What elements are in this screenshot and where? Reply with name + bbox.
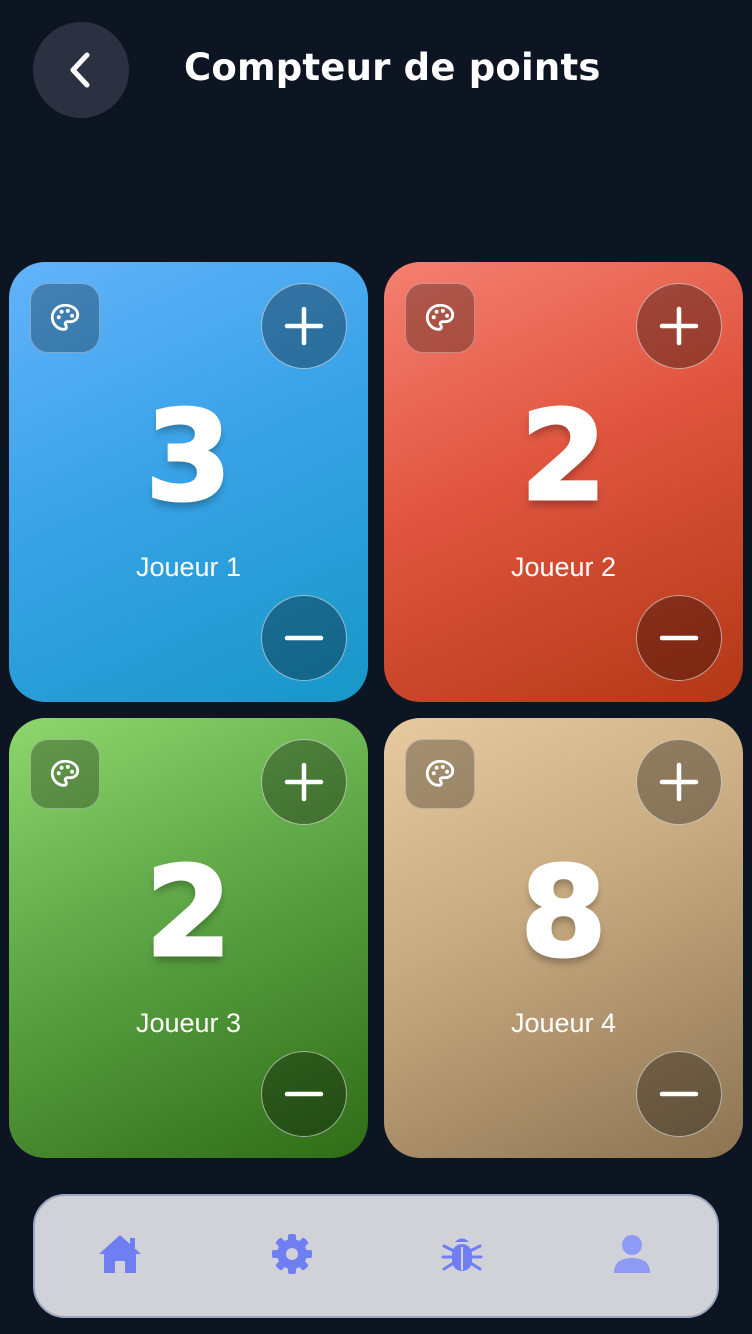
nav-settings[interactable] [262,1224,322,1284]
plus-icon [659,306,699,346]
player-card-4: 8 Joueur 4 [384,718,743,1158]
increment-button[interactable] [261,739,347,825]
minus-icon [659,1091,699,1097]
player-card-1: 3 Joueur 1 [9,262,368,702]
increment-button[interactable] [261,283,347,369]
page-title: Compteur de points [184,46,601,89]
minus-icon [284,1091,324,1097]
player-score: 2 [144,841,233,985]
palette-button[interactable] [405,283,475,353]
palette-icon [425,759,455,787]
increment-button[interactable] [636,283,722,369]
palette-button[interactable] [405,739,475,809]
nav-debug[interactable] [432,1224,492,1284]
gear-icon [272,1234,312,1274]
bottom-nav [33,1194,719,1318]
minus-icon [659,635,699,641]
minus-icon [284,635,324,641]
decrement-button[interactable] [636,1051,722,1137]
header: Compteur de points [0,0,752,150]
player-score: 2 [519,385,608,529]
chevron-left-icon [70,52,90,88]
decrement-button[interactable] [636,595,722,681]
decrement-button[interactable] [261,595,347,681]
palette-icon [50,759,80,787]
home-icon [99,1235,141,1273]
player-card-3: 2 Joueur 3 [9,718,368,1158]
palette-icon [425,303,455,331]
player-name: Joueur 4 [510,1008,617,1038]
palette-icon [50,303,80,331]
plus-icon [659,762,699,802]
plus-icon [284,762,324,802]
increment-button[interactable] [636,739,722,825]
plus-icon [284,306,324,346]
nav-home[interactable] [90,1224,150,1284]
palette-button[interactable] [30,739,100,809]
player-card-2: 2 Joueur 2 [384,262,743,702]
decrement-button[interactable] [261,1051,347,1137]
player-score: 8 [519,841,608,985]
player-name: Joueur 1 [135,552,242,582]
nav-profile[interactable] [602,1224,662,1284]
player-name: Joueur 2 [510,552,617,582]
player-name: Joueur 3 [135,1008,242,1038]
palette-button[interactable] [30,283,100,353]
back-button[interactable] [33,22,129,118]
app-screen: Compteur de points 3 Joueur 1 2 Joueur 2… [0,0,752,1334]
player-score: 3 [144,385,233,529]
bug-icon [441,1238,483,1271]
user-icon [614,1235,650,1273]
